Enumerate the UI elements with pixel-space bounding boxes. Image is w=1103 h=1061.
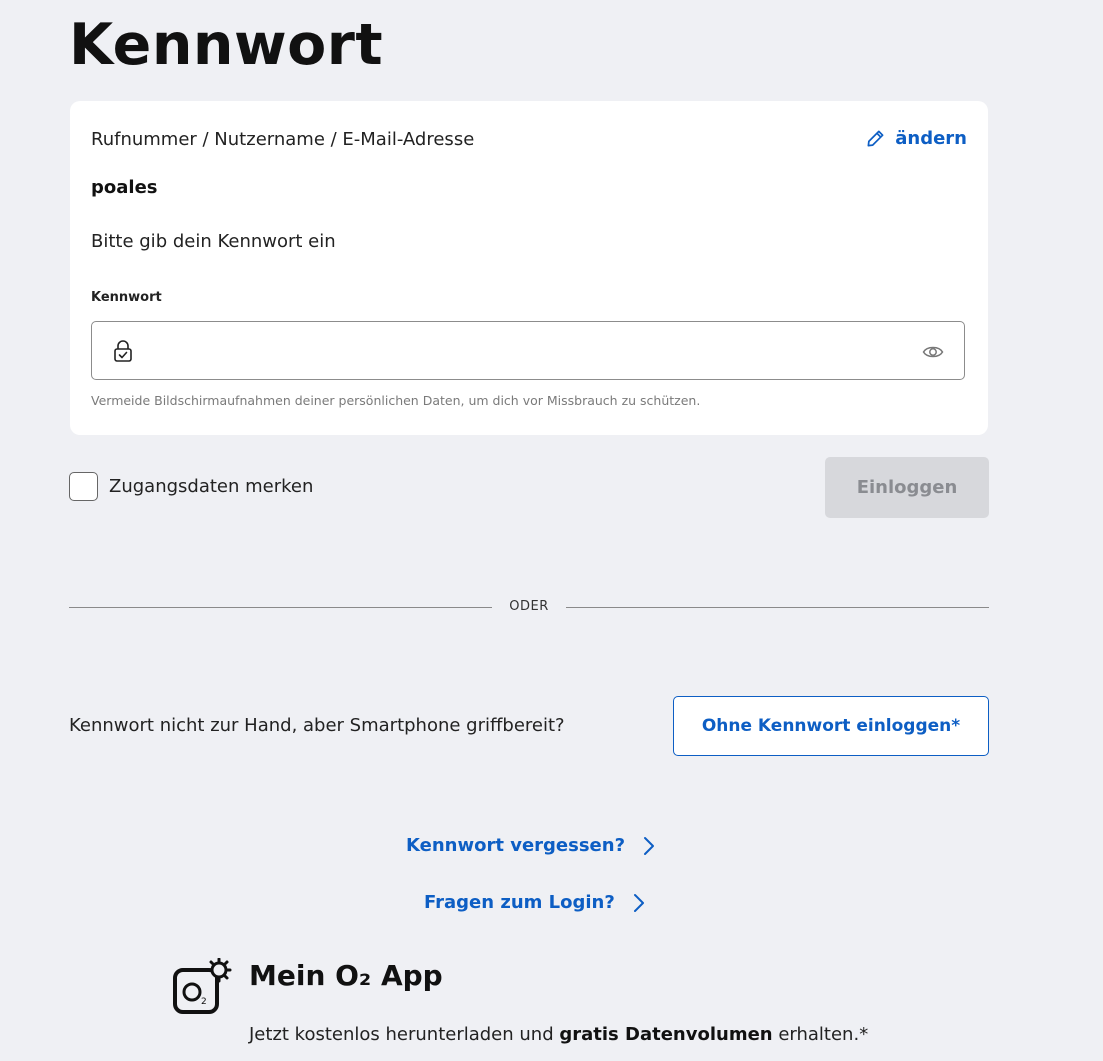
login-questions-link[interactable]: Fragen zum Login?: [424, 892, 645, 913]
app-promo-subtitle: Jetzt kostenlos herunterladen und gratis…: [249, 1024, 868, 1045]
login-button[interactable]: Einloggen: [825, 457, 989, 518]
app-promo-sub-prefix: Jetzt kostenlos herunterladen und: [249, 1024, 560, 1045]
page-title: Kennwort: [69, 12, 384, 78]
eye-icon[interactable]: [922, 341, 944, 363]
divider-line-left: [69, 607, 492, 608]
pencil-icon: [867, 130, 884, 147]
username-value: poales: [91, 177, 158, 198]
screenshot-hint: Vermeide Bildschirmaufnahmen deiner pers…: [91, 393, 701, 408]
remember-label: Zugangsdaten merken: [109, 476, 314, 497]
app-promo-sub-bold: gratis Datenvolumen: [559, 1024, 773, 1045]
app-promo-sub-suffix: erhalten.*: [772, 1024, 869, 1045]
forgot-password-label: Kennwort vergessen?: [406, 835, 626, 856]
svg-text:2: 2: [201, 997, 207, 1007]
remember-credentials[interactable]: Zugangsdaten merken: [69, 472, 313, 501]
o2-app-logo: 2: [173, 958, 232, 1014]
password-input[interactable]: [148, 330, 912, 372]
chevron-right-icon: [633, 893, 644, 912]
forgot-password-link[interactable]: Kennwort vergessen?: [406, 835, 655, 856]
change-link-label: ändern: [895, 128, 967, 149]
passwordless-login-button[interactable]: Ohne Kennwort einloggen*: [673, 696, 989, 756]
passwordless-prompt: Kennwort nicht zur Hand, aber Smartphone…: [69, 715, 565, 736]
login-questions-label: Fragen zum Login?: [424, 892, 615, 913]
password-field[interactable]: [91, 321, 965, 380]
password-label: Kennwort: [91, 290, 162, 305]
identifier-label: Rufnummer / Nutzername / E-Mail-Adresse: [91, 129, 475, 150]
divider-text: ODER: [509, 599, 549, 614]
password-instruction: Bitte gib dein Kennwort ein: [91, 231, 336, 252]
change-identifier-link[interactable]: ändern: [866, 128, 967, 149]
remember-checkbox[interactable]: [69, 472, 98, 501]
lock-icon: [114, 340, 132, 362]
divider-line-right: [566, 607, 989, 608]
or-divider: ODER: [69, 597, 989, 617]
app-promo-title: Mein O₂ App: [249, 959, 443, 992]
login-card: Rufnummer / Nutzername / E-Mail-Adresse …: [70, 101, 988, 435]
chevron-right-icon: [644, 836, 655, 855]
